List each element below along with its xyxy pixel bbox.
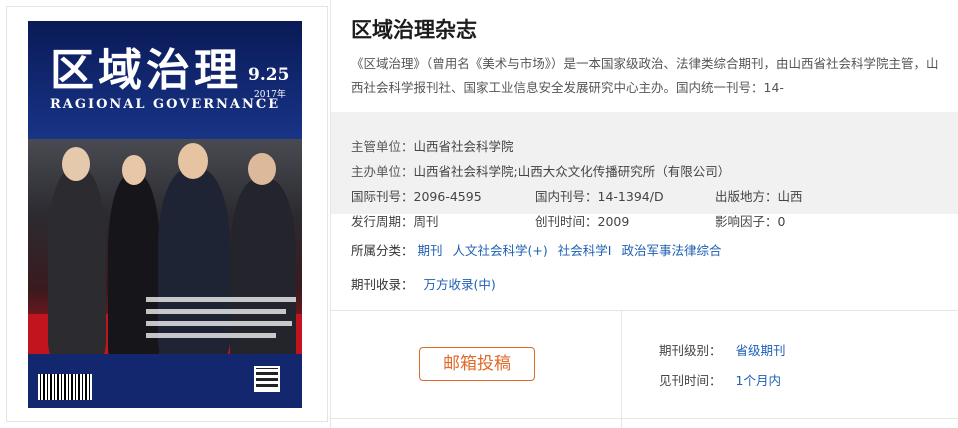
inclusion-row: 期刊收录： 万方收录(中): [351, 274, 496, 293]
level-label: 期刊级别：: [659, 343, 722, 358]
level-row: 期刊级别： 省级期刊: [659, 340, 786, 359]
journal-title: 区域治理杂志: [351, 18, 477, 42]
cycle-cell: 发行周期：周刊: [351, 211, 439, 230]
inclusion-label: 期刊收录：: [351, 277, 414, 292]
person-head: [248, 153, 276, 185]
publish-time-link[interactable]: 1个月内: [736, 373, 781, 388]
place-value: 山西: [777, 189, 803, 204]
inclusion-link[interactable]: 万方收录(中): [424, 277, 496, 292]
journal-detail-card: 区域治理 9.25 2017年 RAGIONAL GOVERNANCE 区域治理…: [0, 0, 958, 428]
impact-value: 0: [777, 214, 786, 229]
cover-headline-line: [146, 297, 296, 302]
supervisor-label: 主管单位：: [351, 139, 414, 154]
category-link[interactable]: 政治军事法律综合: [621, 243, 721, 258]
category-link[interactable]: 人文社会科学(+): [453, 243, 548, 258]
person-head: [62, 147, 90, 181]
divider: [621, 310, 622, 428]
person-figure: [230, 179, 296, 369]
divider: [331, 418, 958, 419]
sponsor-row: 主办单位：山西省社会科学院;山西大众文化传播研究所（有限公司）: [351, 161, 730, 180]
category-link[interactable]: 社会科学Ⅰ: [558, 243, 612, 258]
cycle-label: 发行周期：: [351, 214, 414, 229]
impact-cell: 影响因子：0: [715, 211, 785, 230]
supervisor-value: 山西省社会科学院: [413, 139, 514, 154]
person-figure: [48, 169, 106, 359]
cover-title: 区域治理: [50, 45, 242, 96]
cover-issue: 9.25: [248, 65, 290, 85]
email-submit-button[interactable]: 邮箱投稿: [419, 347, 535, 381]
journal-description: 《区域治理》（曾用名《美术与市场》）是一本国家级政治、法律类综合期刊，由山西省社…: [351, 56, 939, 95]
cover-headline-line: [146, 309, 286, 314]
level-link[interactable]: 省级期刊: [736, 343, 786, 358]
barcode-icon: [38, 374, 92, 400]
cn-label: 国内刊号：: [535, 189, 598, 204]
cover-subtitle: RAGIONAL GOVERNANCE: [50, 97, 281, 112]
cover-headline-line: [146, 333, 276, 338]
publish-time-label: 见刊时间：: [659, 373, 722, 388]
founded-label: 创刊时间：: [535, 214, 598, 229]
category-link[interactable]: 期刊: [418, 243, 443, 258]
supervisor-row: 主管单位：山西省社会科学院: [351, 136, 514, 155]
cn-value: 14-1394/D: [597, 189, 664, 204]
journal-info: 区域治理杂志 《区域治理》（曾用名《美术与市场》）是一本国家级政治、法律类综合期…: [330, 0, 958, 428]
qrcode-icon: [254, 366, 280, 392]
categories-row: 所属分类： 期刊 人文社会科学(+) 社会科学Ⅰ 政治军事法律综合: [351, 240, 721, 259]
issn-cell: 国际刊号：2096-4595: [351, 186, 482, 205]
person-figure: [158, 169, 230, 359]
categories-label: 所属分类：: [351, 243, 414, 258]
person-head: [178, 143, 208, 179]
issn-label: 国际刊号：: [351, 189, 414, 204]
sponsor-value: 山西省社会科学院;山西大众文化传播研究所（有限公司）: [413, 164, 731, 179]
cover-headline-line: [146, 321, 292, 326]
impact-label: 影响因子：: [715, 214, 778, 229]
sponsor-label: 主办单位：: [351, 164, 414, 179]
person-head: [122, 155, 146, 185]
place-cell: 出版地方：山西: [715, 186, 803, 205]
founded-value: 2009: [597, 214, 630, 229]
cycle-value: 周刊: [413, 214, 439, 229]
journal-cover-image[interactable]: 区域治理 9.25 2017年 RAGIONAL GOVERNANCE: [28, 21, 302, 408]
publish-time-row: 见刊时间： 1个月内: [659, 370, 781, 389]
issn-value: 2096-4595: [413, 189, 482, 204]
place-label: 出版地方：: [715, 189, 778, 204]
founded-cell: 创刊时间：2009: [535, 211, 629, 230]
divider: [331, 310, 958, 311]
cn-cell: 国内刊号：14-1394/D: [535, 186, 664, 205]
